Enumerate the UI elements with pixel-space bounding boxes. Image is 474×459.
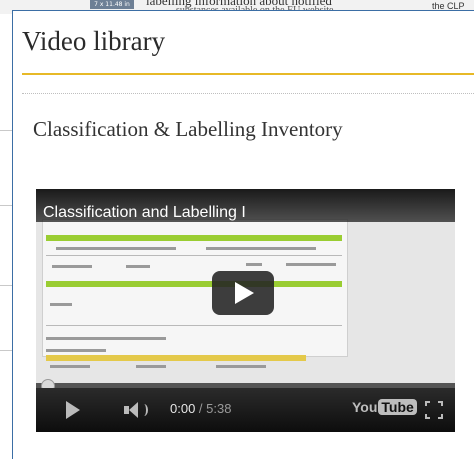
current-time: 0:00 [170, 401, 196, 416]
frame-row-rule [46, 255, 342, 256]
frame-text-line [46, 349, 106, 352]
control-bar: 0:00 / 5:38 You Tube [36, 388, 455, 432]
title-underline [22, 73, 474, 75]
video-title-bar[interactable]: Classification and Labelling I [36, 189, 455, 222]
frame-text-line [46, 337, 166, 340]
frame-text-line [56, 247, 176, 250]
video-screen[interactable]: Classification and Labelling I [36, 189, 455, 384]
youtube-you: You [352, 399, 378, 415]
frame-header-bar-yellow [46, 355, 306, 361]
frame-header-bar [46, 281, 342, 287]
volume-icon[interactable] [124, 400, 152, 420]
youtube-logo[interactable]: You Tube [352, 399, 417, 415]
frame-text-line [216, 365, 266, 368]
frame-text-line [246, 263, 262, 266]
play-icon[interactable] [66, 401, 80, 419]
fullscreen-icon[interactable] [425, 401, 443, 419]
frame-text-line [136, 365, 166, 368]
frame-text-line [206, 247, 316, 250]
duration: 5:38 [206, 401, 232, 416]
left-divider [0, 285, 12, 286]
youtube-tube: Tube [378, 399, 417, 415]
thumbnail-label: 7 x 11.48 in [90, 0, 134, 9]
time-display: 0:00 / 5:38 [170, 401, 231, 416]
frame-text-line [50, 365, 90, 368]
left-divider [0, 130, 12, 131]
big-play-button[interactable] [212, 271, 274, 315]
left-divider [0, 350, 12, 351]
section-title: Classification & Labelling Inventory [33, 117, 343, 141]
dotted-divider [22, 93, 474, 94]
video-player[interactable]: Classification and Labelling I 0:00 / 5:… [36, 189, 455, 432]
video-title[interactable]: Classification and Labelling I [43, 204, 246, 222]
frame-text-line [52, 265, 92, 268]
left-divider [0, 205, 12, 206]
frame-text-line [126, 265, 150, 268]
frame-text-line [50, 303, 72, 306]
frame-header-bar [46, 235, 342, 241]
page-title: Video library [22, 26, 166, 56]
frame-row-rule [46, 325, 342, 326]
time-separator: / [195, 401, 207, 416]
frame-text-line [286, 263, 336, 266]
